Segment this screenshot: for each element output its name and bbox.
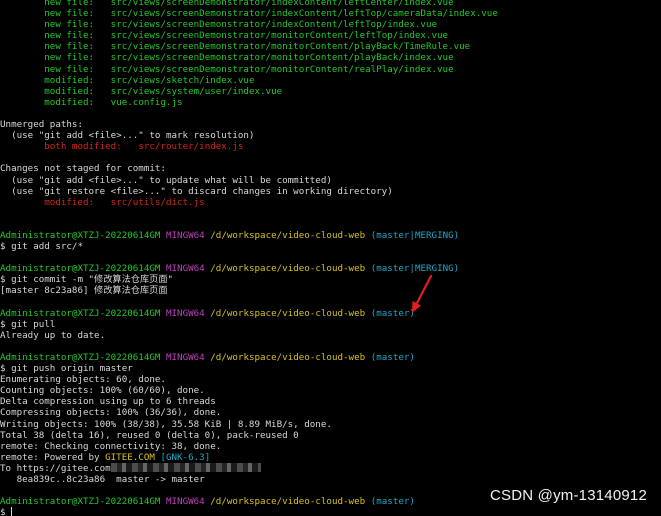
prompt-line: Administrator@XTZJ-20220614GM MINGW64 /d… — [0, 229, 460, 241]
status-line: new file: src/views/screenDemonstrator/m… — [44, 30, 449, 42]
status-line: new file: src/views/screenDemonstrator/i… — [44, 19, 438, 31]
csdn-watermark: CSDN @ym-13140912 — [489, 487, 647, 504]
not-staged-header: Changes not staged for commit: — [0, 163, 166, 175]
output-line: Counting objects: 100% (60/60), done. — [0, 385, 205, 397]
unmerged-entry: both modified: src/router/index.js — [44, 141, 244, 153]
not-staged-hint: (use "git restore <file>..." to discard … — [0, 185, 393, 197]
not-staged-entry: modified: src/utils/dict.js — [44, 196, 205, 208]
branch-indicator: (master) — [370, 307, 415, 319]
prompt-line: Administrator@XTZJ-20220614GM MINGW64 /d… — [0, 307, 415, 319]
unmerged-header: Unmerged paths: — [0, 119, 83, 131]
output-line: remote: Powered by GITEE.COM [GNK-6.3] — [0, 451, 211, 463]
status-line: modified: src/views/system/user/index.vu… — [44, 85, 283, 97]
command-line: $ git pull — [0, 318, 56, 330]
terminal-window[interactable]: new file: src/views/screenDemonstrator/i… — [0, 0, 661, 516]
command-line: $ git push origin master — [0, 363, 133, 375]
status-line: new file: src/views/screenDemonstrator/i… — [44, 0, 454, 8]
output-line: Writing objects: 100% (38/38), 35.58 KiB… — [0, 418, 332, 430]
status-line: modified: src/views/sketch/index.vue — [44, 74, 255, 86]
command-line: $ git add src/* — [0, 241, 83, 253]
output-line: Compressing objects: 100% (36/36), done. — [0, 407, 222, 419]
prompt-line: Administrator@XTZJ-20220614GM MINGW64 /d… — [0, 263, 460, 275]
not-staged-hint: (use "git add <file>..." to update what … — [0, 174, 332, 186]
status-line: new file: src/views/screenDemonstrator/m… — [44, 63, 454, 75]
redacted-url-blur — [110, 462, 261, 472]
output-line: Delta compression using up to 6 threads — [0, 396, 216, 408]
status-line: new file: src/views/screenDemonstrator/m… — [44, 52, 454, 64]
output-line: Total 38 (delta 16), reused 0 (delta 0),… — [0, 429, 299, 441]
status-line: new file: src/views/screenDemonstrator/m… — [44, 41, 471, 53]
gitee-brand: GITEE.COM — [105, 451, 155, 463]
output-line: Enumerating objects: 60, done. — [0, 374, 166, 386]
text-cursor — [11, 507, 18, 516]
output-line: [master 8c23a86] 修改算法仓库页面 — [0, 285, 168, 297]
output-line: remote: Checking connectivity: 38, done. — [0, 440, 222, 452]
status-line: modified: vue.config.js — [44, 96, 183, 108]
output-line: 8ea839c..8c23a86 master -> master — [0, 474, 205, 486]
unmerged-hint: (use "git add <file>..." to mark resolut… — [0, 130, 255, 142]
output-line: To https://gitee.com — [0, 462, 661, 474]
prompt-line: Administrator@XTZJ-20220614GM MINGW64 /d… — [0, 352, 415, 363]
output-line: Already up to date. — [0, 329, 106, 341]
command-line: $ git commit -m "修改算法仓库页面" — [0, 274, 174, 286]
input-line[interactable]: $ — [0, 507, 661, 516]
status-line: new file: src/views/screenDemonstrator/i… — [44, 8, 498, 20]
